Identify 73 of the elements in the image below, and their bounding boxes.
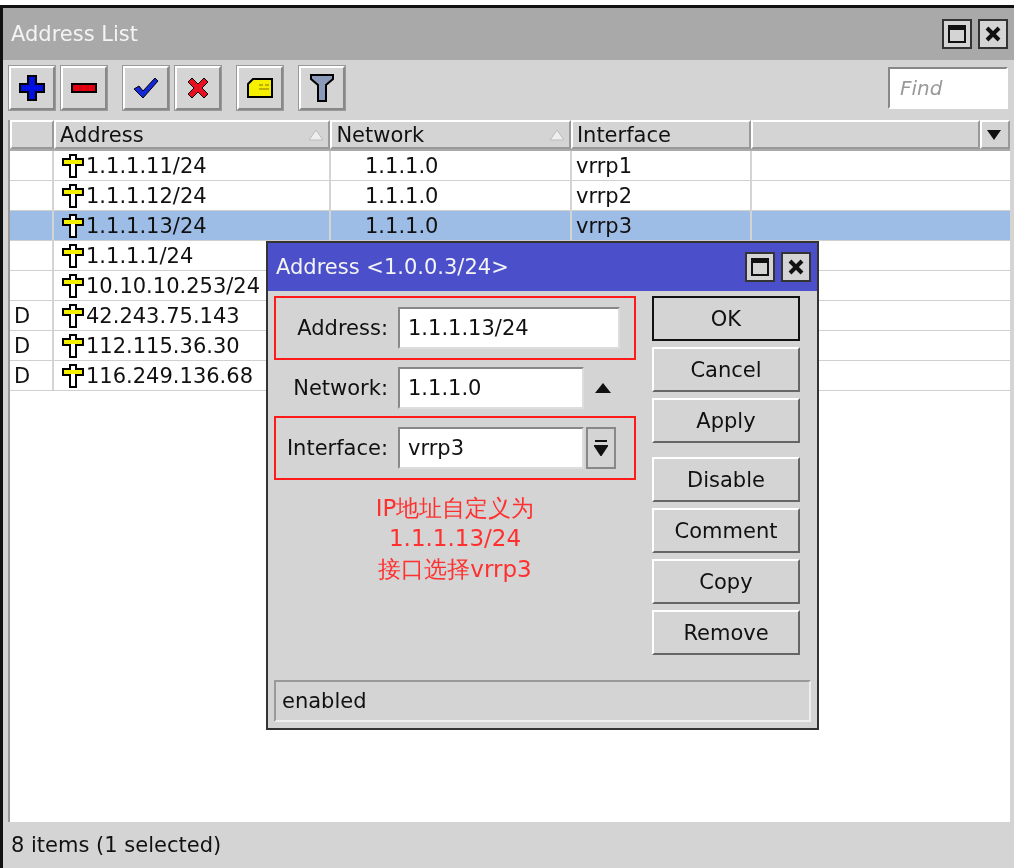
status-text: 8 items (1 selected) [11, 833, 222, 857]
flag-text: D [14, 363, 31, 388]
column-header[interactable]: Interface [570, 120, 751, 149]
address-text: 116.249.136.68 [86, 363, 253, 388]
table-row[interactable]: 1.1.1.12/24 1.1.1.0 vrrp2 [10, 181, 1010, 211]
caret-icon [986, 128, 1003, 141]
check-icon [133, 77, 159, 99]
dropdown-button[interactable] [586, 427, 616, 469]
dialog-button[interactable]: OK [652, 296, 800, 341]
maximize-icon [948, 25, 966, 43]
field-label: Address: [296, 316, 388, 340]
dialog-button[interactable]: Disable [652, 457, 800, 502]
close-icon [788, 259, 804, 275]
find-field[interactable]: Find [888, 67, 1008, 109]
interface-text: vrrp2 [576, 183, 633, 208]
table-row[interactable]: 1.1.1.13/24 1.1.1.0 vrrp3 [10, 211, 1010, 241]
maximize-button[interactable] [942, 19, 972, 49]
flag-text: D [14, 333, 31, 358]
dialog-title: Address <1.0.0.3/24> [276, 255, 510, 279]
dialog-button[interactable]: Cancel [652, 347, 800, 392]
address-text: 112.115.36.30 [86, 333, 240, 358]
dropdown-arrow-icon [594, 440, 608, 456]
address-text: 42.243.75.143 [86, 303, 240, 328]
network-text: 1.1.1.0 [365, 183, 439, 208]
interface-field[interactable]: vrrp3 [398, 427, 584, 469]
dialog-button[interactable]: Apply [652, 398, 800, 443]
close-button[interactable] [978, 19, 1008, 49]
field-label: Network: [292, 376, 388, 400]
maximize-button[interactable] [745, 252, 775, 282]
note-icon [247, 78, 273, 98]
window-title: Address List [11, 22, 139, 46]
annotation-text: 1.1.1.13/24 [388, 525, 522, 552]
interface-text: vrrp1 [576, 153, 633, 178]
maximize-icon [751, 258, 769, 276]
column-header[interactable]: Address [53, 120, 331, 149]
dialog-button[interactable]: Copy [652, 559, 800, 604]
plus-icon [19, 75, 45, 101]
flag-text: D [14, 303, 31, 328]
comment-button[interactable] [237, 66, 283, 110]
minus-icon [71, 83, 97, 93]
annotation-text: 接口选择vrrp3 [378, 555, 532, 583]
add-button[interactable] [9, 66, 55, 110]
network-text: 1.1.1.0 [365, 153, 439, 178]
address-text: 1.1.1.11/24 [86, 153, 207, 178]
disable-button[interactable] [175, 66, 221, 110]
address-text: 1.1.1.12/24 [86, 183, 207, 208]
column-header[interactable] [10, 120, 54, 149]
dialog-status-field: enabled [274, 680, 811, 722]
remove-button[interactable] [61, 66, 107, 110]
filter-button[interactable] [299, 66, 345, 110]
close-icon [985, 26, 1001, 42]
address-icon [62, 183, 84, 208]
network-field[interactable]: 1.1.1.0 [398, 367, 584, 409]
address-icon [62, 213, 84, 238]
table-row[interactable]: 1.1.1.11/24 1.1.1.0 vrrp1 [10, 151, 1010, 181]
address-text: 1.1.1.1/24 [86, 243, 194, 268]
interface-text: vrrp3 [576, 213, 633, 238]
network-text: 1.1.1.0 [365, 213, 439, 238]
dialog-button[interactable]: Remove [652, 610, 800, 655]
address-text: 10.10.10.253/24 [86, 273, 261, 298]
field-label: Interface: [285, 436, 388, 460]
column-menu-button[interactable] [980, 120, 1010, 149]
close-button[interactable] [781, 252, 811, 282]
address-field[interactable]: 1.1.1.13/24 [398, 307, 620, 349]
collapse-arrow-icon[interactable] [594, 382, 612, 394]
filter-icon [310, 74, 334, 102]
column-header[interactable]: Network [330, 120, 571, 149]
annotation-text: IP地址自定义为 [375, 495, 535, 522]
enable-button[interactable] [123, 66, 169, 110]
address-text: 1.1.1.13/24 [86, 213, 207, 238]
dialog-button[interactable]: Comment [652, 508, 800, 553]
cross-icon [187, 77, 209, 99]
address-icon [62, 153, 84, 178]
